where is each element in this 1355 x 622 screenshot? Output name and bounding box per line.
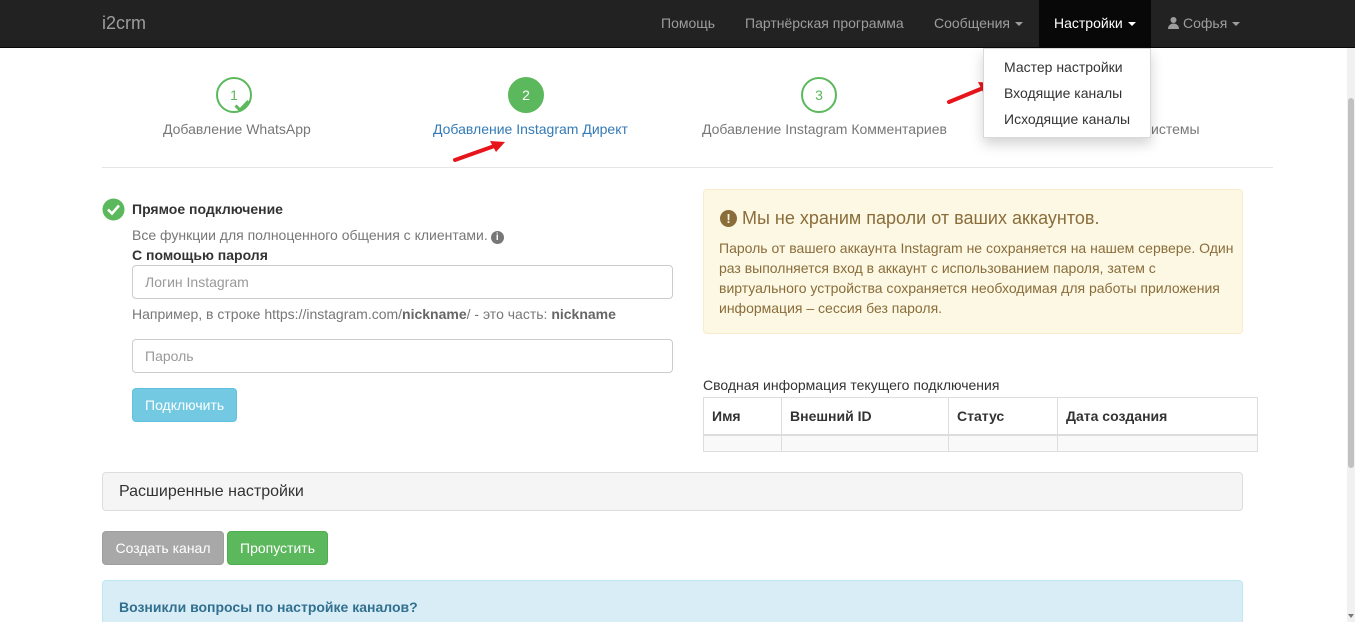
table-cell <box>781 434 949 452</box>
warning-title: ! Мы не храним пароли от ваших аккаунтов. <box>720 208 1099 229</box>
check-circle-icon <box>102 198 125 221</box>
warning-title-text: Мы не храним пароли от ваших аккаунтов. <box>742 208 1100 228</box>
exclamation-icon: ! <box>720 210 737 227</box>
direct-connection-title: Прямое подключение <box>132 201 283 217</box>
step-3-circle[interactable]: 3 <box>801 77 837 113</box>
nav-partner-label: Партнёрская программа <box>745 15 904 31</box>
col-header-created-date: Дата создания <box>1057 397 1258 436</box>
step-4-label-partial[interactable]: истемы <box>1151 121 1200 137</box>
menu-item-outgoing-channels[interactable]: Исходящие каналы <box>984 106 1150 132</box>
instagram-login-input[interactable] <box>132 265 673 299</box>
summary-table-caption: Сводная информация текущего подключения <box>703 377 1000 393</box>
menu-item-setup-wizard[interactable]: Мастер настройки <box>984 54 1150 80</box>
connect-button[interactable]: Подключить <box>132 388 237 422</box>
caret-down-icon <box>1127 22 1136 27</box>
help-nickname: nickname <box>402 306 467 322</box>
table-cell <box>948 434 1058 452</box>
step-2-circle[interactable]: 2 <box>508 77 544 113</box>
help-prefix: Например, в строке https://instagram.com… <box>132 306 403 322</box>
nav-user-label: Софья <box>1183 15 1228 31</box>
nav-help[interactable]: Помощь <box>646 0 730 47</box>
nav-user[interactable]: Софья <box>1152 0 1255 47</box>
advanced-settings-panel[interactable]: Расширенные настройки <box>102 472 1243 511</box>
col-header-external-id: Внешний ID <box>781 397 949 436</box>
steps-divider <box>102 167 1273 168</box>
step-1-label[interactable]: Добавление WhatsApp <box>163 121 311 137</box>
caret-down-icon <box>1014 22 1023 27</box>
step-3-number: 3 <box>815 87 823 103</box>
brand-logo[interactable]: i2crm <box>102 13 146 34</box>
table-header-row: Имя Внешний ID Статус Дата создания <box>703 397 1258 436</box>
col-header-status: Статус <box>948 397 1058 436</box>
nav-partner-program[interactable]: Партнёрская программа <box>730 0 919 47</box>
table-cell <box>1057 434 1258 452</box>
info-icon[interactable]: i <box>490 231 504 244</box>
nav-messages[interactable]: Сообщения <box>919 0 1038 47</box>
help-suffix: nickname <box>551 306 616 322</box>
description-text: Все функции для полноценного общения с к… <box>132 227 488 243</box>
nav-settings[interactable]: Настройки <box>1039 0 1151 47</box>
check-icon <box>234 99 250 112</box>
channel-help-alert: Возникли вопросы по настройке каналов? <box>102 580 1243 622</box>
user-icon <box>1168 17 1179 29</box>
create-channel-button[interactable]: Создать канал <box>102 531 224 565</box>
advanced-settings-title[interactable]: Расширенные настройки <box>119 483 304 501</box>
step-2-number: 2 <box>522 87 530 103</box>
help-middle: / - это часть: <box>466 306 552 322</box>
summary-table: Имя Внешний ID Статус Дата создания <box>703 397 1258 452</box>
nav-messages-label: Сообщения <box>934 15 1010 31</box>
page-scrollbar[interactable] <box>1347 48 1355 622</box>
nav-settings-label: Настройки <box>1054 15 1123 31</box>
caret-down-icon <box>1232 22 1241 27</box>
table-cell <box>703 434 782 452</box>
menu-item-incoming-channels[interactable]: Входящие каналы <box>984 80 1150 106</box>
direct-connection-description: Все функции для полноценного общения с к… <box>132 227 504 244</box>
channel-help-title: Возникли вопросы по настройке каналов? <box>119 599 418 615</box>
step-3-label[interactable]: Добавление Instagram Комментариев <box>702 121 947 137</box>
password-method-heading: С помощью пароля <box>132 247 268 263</box>
annotation-arrow-icon <box>453 141 505 162</box>
scrollbar-thumb[interactable] <box>1348 98 1354 468</box>
skip-button[interactable]: Пропустить <box>227 531 328 565</box>
col-header-name: Имя <box>703 397 782 436</box>
table-row <box>703 434 1258 452</box>
password-warning-alert: ! Мы не храним пароли от ваших аккаунтов.… <box>703 189 1243 334</box>
settings-dropdown-menu: Мастер настройки Входящие каналы Исходящ… <box>983 48 1151 138</box>
step-2-label[interactable]: Добавление Instagram Директ <box>433 121 628 137</box>
nav-help-label: Помощь <box>661 15 716 31</box>
password-input[interactable] <box>132 339 673 373</box>
scroll-down-arrow-icon[interactable] <box>1348 614 1354 618</box>
login-help-text: Например, в строке https://instagram.com… <box>132 306 616 322</box>
warning-text: Пароль от вашего аккаунта Instagram не с… <box>719 240 1234 316</box>
top-navbar: i2crm Помощь Партнёрская программа Сообщ… <box>0 0 1355 48</box>
